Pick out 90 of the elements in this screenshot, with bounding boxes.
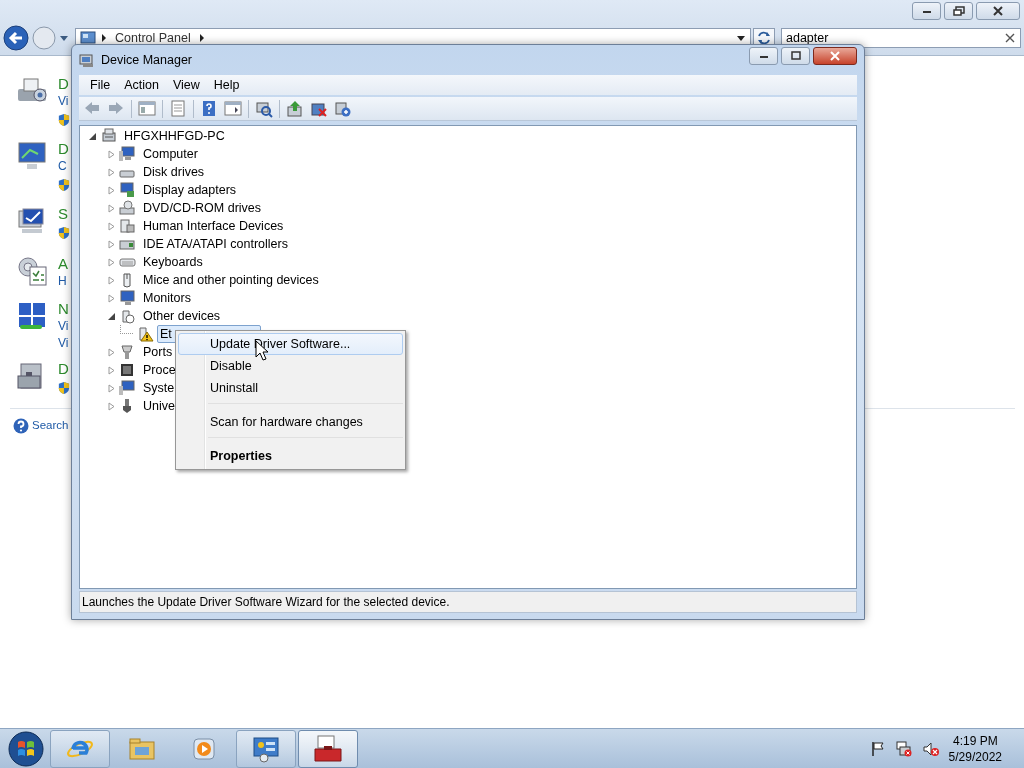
monitor-icon[interactable] (16, 140, 48, 172)
tree-item[interactable]: HFGXHHFGD-PC (121, 127, 228, 145)
tree-item[interactable]: Syste (140, 379, 178, 397)
menu-item[interactable]: Scan for hardware changes (178, 411, 403, 433)
control-panel-icon (80, 31, 96, 45)
expand-icon[interactable] (107, 185, 116, 195)
category-link[interactable]: Vi (58, 318, 69, 335)
expand-icon[interactable] (107, 275, 116, 285)
network-error-icon[interactable] (894, 740, 913, 757)
flag-icon[interactable] (869, 740, 886, 757)
help-icon (13, 417, 29, 434)
category-title[interactable]: D (58, 360, 69, 378)
menu-item[interactable]: Help (206, 75, 247, 95)
restore-icon (952, 6, 965, 16)
minimize-icon (758, 53, 769, 59)
category-link[interactable]: Vi (58, 335, 69, 352)
expand-icon[interactable] (107, 149, 116, 159)
window-title: Device Manager (101, 51, 192, 69)
category-title[interactable]: D (58, 75, 69, 93)
category-link[interactable]: H (58, 273, 67, 290)
category-title[interactable]: A (58, 255, 68, 273)
tree-item[interactable]: DVD/CD-ROM drives (140, 199, 265, 217)
maximize-icon (789, 51, 802, 61)
action-pane-button[interactable] (224, 99, 242, 118)
tree-item[interactable]: Human Interface Devices (140, 217, 287, 235)
restore-button[interactable] (944, 2, 973, 20)
tree-item[interactable]: Computer (140, 145, 201, 163)
tree-item[interactable]: Monitors (140, 289, 194, 307)
minimize-icon (921, 8, 932, 14)
taskbar-button[interactable] (50, 729, 110, 768)
category-link[interactable]: C (58, 158, 67, 175)
gear-icon[interactable] (16, 255, 48, 287)
expand-icon[interactable] (107, 383, 116, 393)
tree-item[interactable]: Keyboards (140, 253, 206, 271)
category-title[interactable]: N (58, 300, 69, 318)
expand-icon[interactable] (107, 239, 116, 249)
category-title[interactable]: S (58, 205, 68, 223)
menu-item[interactable]: File (83, 75, 118, 95)
category-link[interactable]: Vi (58, 93, 69, 110)
back-button[interactable] (3, 25, 29, 51)
menu-item[interactable]: Properties (178, 445, 403, 467)
minimize-button[interactable] (749, 47, 778, 65)
menu-item[interactable]: Action (117, 75, 166, 95)
scan-button[interactable] (255, 99, 273, 118)
collapse-icon[interactable] (88, 131, 97, 141)
disable-button[interactable] (334, 99, 352, 118)
clear-icon[interactable] (1005, 33, 1015, 43)
search-field[interactable]: adapter (781, 28, 1021, 48)
category-title[interactable]: D (58, 140, 69, 158)
taskbar-button[interactable] (236, 729, 296, 768)
maximize-button[interactable] (781, 47, 810, 65)
close-icon (993, 6, 1003, 16)
expand-icon[interactable] (107, 203, 116, 213)
breadcrumb[interactable]: Control Panel (115, 28, 191, 48)
close-button[interactable] (976, 2, 1020, 20)
expand-icon[interactable] (107, 293, 116, 303)
help-link[interactable]: Search (32, 417, 69, 435)
menu-item[interactable]: View (165, 75, 207, 95)
tree-item[interactable]: IDE ATA/ATAPI controllers (140, 235, 291, 253)
expand-icon[interactable] (107, 221, 116, 231)
taskbar-button[interactable] (298, 729, 358, 768)
tree-item[interactable]: Display adapters (140, 181, 240, 199)
expand-icon[interactable] (107, 401, 116, 411)
minimize-button[interactable] (912, 2, 941, 20)
status-bar: Launches the Update Driver Software Wizard for the selected device. (79, 591, 857, 613)
expand-icon[interactable] (107, 167, 116, 177)
expand-icon[interactable] (107, 257, 116, 267)
device-manager-icon (79, 52, 95, 68)
tree-item[interactable]: Other devices (140, 307, 224, 325)
close-button[interactable] (813, 47, 857, 65)
menu-item[interactable]: Disable (178, 355, 403, 377)
menu-item[interactable]: Uninstall (178, 377, 403, 399)
toolbox-icon (313, 733, 343, 764)
tree-item[interactable]: Mice and other pointing devices (140, 271, 322, 289)
tree-item[interactable]: Unive (140, 397, 178, 415)
muted-speaker-icon[interactable] (921, 740, 940, 757)
close-icon (830, 51, 840, 61)
help-button[interactable] (200, 99, 218, 118)
network-icon[interactable] (16, 300, 48, 332)
clock[interactable]: 4:19 PM 5/29/2022 (948, 732, 1002, 765)
expand-icon[interactable] (107, 347, 116, 357)
update-driver-button[interactable] (286, 99, 304, 118)
collapse-icon[interactable] (107, 311, 116, 321)
chevron-icon (197, 33, 206, 43)
tree-item[interactable]: Ports (140, 343, 176, 361)
tree-item[interactable]: Disk drives (140, 163, 208, 181)
tree-item[interactable]: Proce (140, 361, 179, 379)
chevron-icon (100, 33, 108, 43)
dropdown-icon[interactable] (736, 34, 746, 42)
expand-icon[interactable] (107, 365, 116, 375)
